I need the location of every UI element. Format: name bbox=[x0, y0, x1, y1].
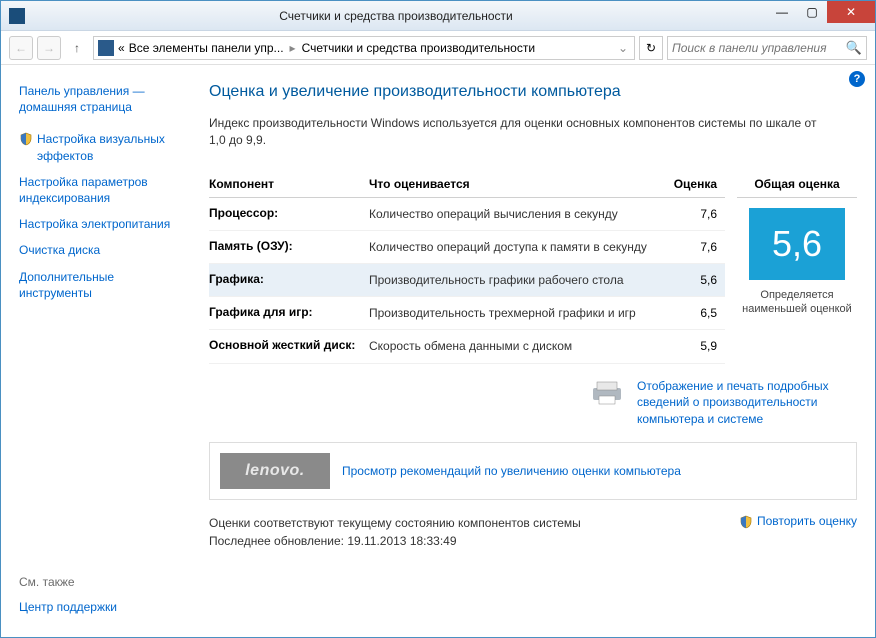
sidebar-item-visual-effects[interactable]: Настройка визуальных эффектов bbox=[37, 131, 189, 163]
table-row: Графика для игр: Производительность трех… bbox=[209, 297, 725, 330]
table-row: Графика: Производительность графики рабо… bbox=[209, 264, 725, 297]
navbar: ← → ↑ « Все элементы панели упр... ▸ Сче… bbox=[1, 31, 875, 65]
table-row: Основной жесткий диск: Скорость обмена д… bbox=[209, 330, 725, 363]
sidebar-item-power[interactable]: Настройка электропитания bbox=[19, 216, 189, 232]
detail-print-link[interactable]: Отображение и печать подробных сведений … bbox=[637, 378, 857, 428]
chevron-right-icon: ▸ bbox=[288, 41, 298, 55]
titlebar: Счетчики и средства производительности —… bbox=[1, 1, 875, 31]
minimize-button[interactable]: — bbox=[767, 1, 797, 23]
rerun-link[interactable]: Повторить оценку bbox=[739, 514, 857, 529]
recommendations-link[interactable]: Просмотр рекомендаций по увеличению оцен… bbox=[342, 463, 681, 480]
recommendations-box: lenovo. Просмотр рекомендаций по увеличе… bbox=[209, 442, 857, 500]
sidebar-item-disk-cleanup[interactable]: Очистка диска bbox=[19, 242, 189, 258]
page-heading: Оценка и увеличение производительности к… bbox=[209, 83, 857, 101]
row-component: Графика для игр: bbox=[209, 305, 369, 319]
breadcrumb-prefix: « bbox=[118, 41, 125, 55]
status-text: Оценки соответствуют текущему состоянию … bbox=[209, 514, 581, 550]
header-component: Компонент bbox=[209, 177, 369, 191]
sidebar-item-advanced-tools[interactable]: Дополнительные инструменты bbox=[19, 269, 189, 301]
search-input[interactable] bbox=[672, 41, 846, 55]
row-score: 5,6 bbox=[655, 273, 725, 287]
table-row: Память (ОЗУ): Количество операций доступ… bbox=[209, 231, 725, 264]
location-icon bbox=[98, 40, 114, 56]
row-description: Количество операций доступа к памяти в с… bbox=[369, 239, 655, 255]
sidebar: Панель управления — домашняя страница На… bbox=[1, 65, 201, 637]
row-score: 7,6 bbox=[655, 207, 725, 221]
main-content: ? Оценка и увеличение производительности… bbox=[201, 65, 875, 637]
chevron-down-icon[interactable]: ⌄ bbox=[616, 41, 630, 55]
help-icon[interactable]: ? bbox=[849, 71, 865, 87]
breadcrumb[interactable]: « Все элементы панели упр... ▸ Счетчики … bbox=[93, 36, 635, 60]
row-score: 7,6 bbox=[655, 240, 725, 254]
breadcrumb-current[interactable]: Счетчики и средства производительности bbox=[302, 41, 535, 55]
sidebar-support-link[interactable]: Центр поддержки bbox=[19, 599, 189, 615]
app-icon bbox=[9, 8, 25, 24]
row-component: Графика: bbox=[209, 272, 369, 286]
sidebar-home-link[interactable]: Панель управления — домашняя страница bbox=[19, 83, 189, 115]
window-title: Счетчики и средства производительности bbox=[25, 9, 767, 23]
row-component: Основной жесткий диск: bbox=[209, 338, 369, 352]
breadcrumb-parent[interactable]: Все элементы панели упр... bbox=[129, 41, 284, 55]
status-line1: Оценки соответствуют текущему состоянию … bbox=[209, 514, 581, 532]
score-table: Компонент Что оценивается Оценка Процесс… bbox=[209, 177, 725, 364]
search-icon[interactable]: 🔍 bbox=[846, 40, 862, 56]
refresh-button[interactable]: ↻ bbox=[639, 36, 663, 60]
search-box[interactable]: 🔍 bbox=[667, 36, 867, 60]
back-button[interactable]: ← bbox=[9, 36, 33, 60]
row-description: Количество операций вычисления в секунду bbox=[369, 206, 655, 222]
sidebar-item-indexing[interactable]: Настройка параметров индексирования bbox=[19, 174, 189, 206]
header-overall: Общая оценка bbox=[737, 177, 857, 198]
close-button[interactable]: ✕ bbox=[827, 1, 875, 23]
table-row: Процессор: Количество операций вычислени… bbox=[209, 198, 725, 231]
shield-icon bbox=[19, 132, 33, 146]
status-line2: Последнее обновление: 19.11.2013 18:33:4… bbox=[209, 532, 581, 550]
row-description: Скорость обмена данными с диском bbox=[369, 338, 655, 354]
shield-icon bbox=[739, 515, 753, 529]
overall-score: 5,6 bbox=[749, 208, 845, 280]
overall-caption: Определяется наименьшей оценкой bbox=[737, 288, 857, 317]
header-score: Оценка bbox=[655, 177, 725, 191]
row-score: 5,9 bbox=[655, 339, 725, 353]
lenovo-logo: lenovo. bbox=[220, 453, 330, 489]
up-button[interactable]: ↑ bbox=[65, 36, 89, 60]
see-also-label: См. также bbox=[19, 575, 189, 589]
row-score: 6,5 bbox=[655, 306, 725, 320]
printer-icon bbox=[587, 378, 627, 406]
row-component: Память (ОЗУ): bbox=[209, 239, 369, 253]
header-description: Что оценивается bbox=[369, 177, 655, 191]
intro-text: Индекс производительности Windows исполь… bbox=[209, 115, 829, 149]
row-description: Производительность графики рабочего стол… bbox=[369, 272, 655, 288]
row-component: Процессор: bbox=[209, 206, 369, 220]
maximize-button[interactable]: ▢ bbox=[797, 1, 827, 23]
rerun-label: Повторить оценку bbox=[757, 514, 857, 528]
forward-button[interactable]: → bbox=[37, 36, 61, 60]
row-description: Производительность трехмерной графики и … bbox=[369, 305, 655, 321]
